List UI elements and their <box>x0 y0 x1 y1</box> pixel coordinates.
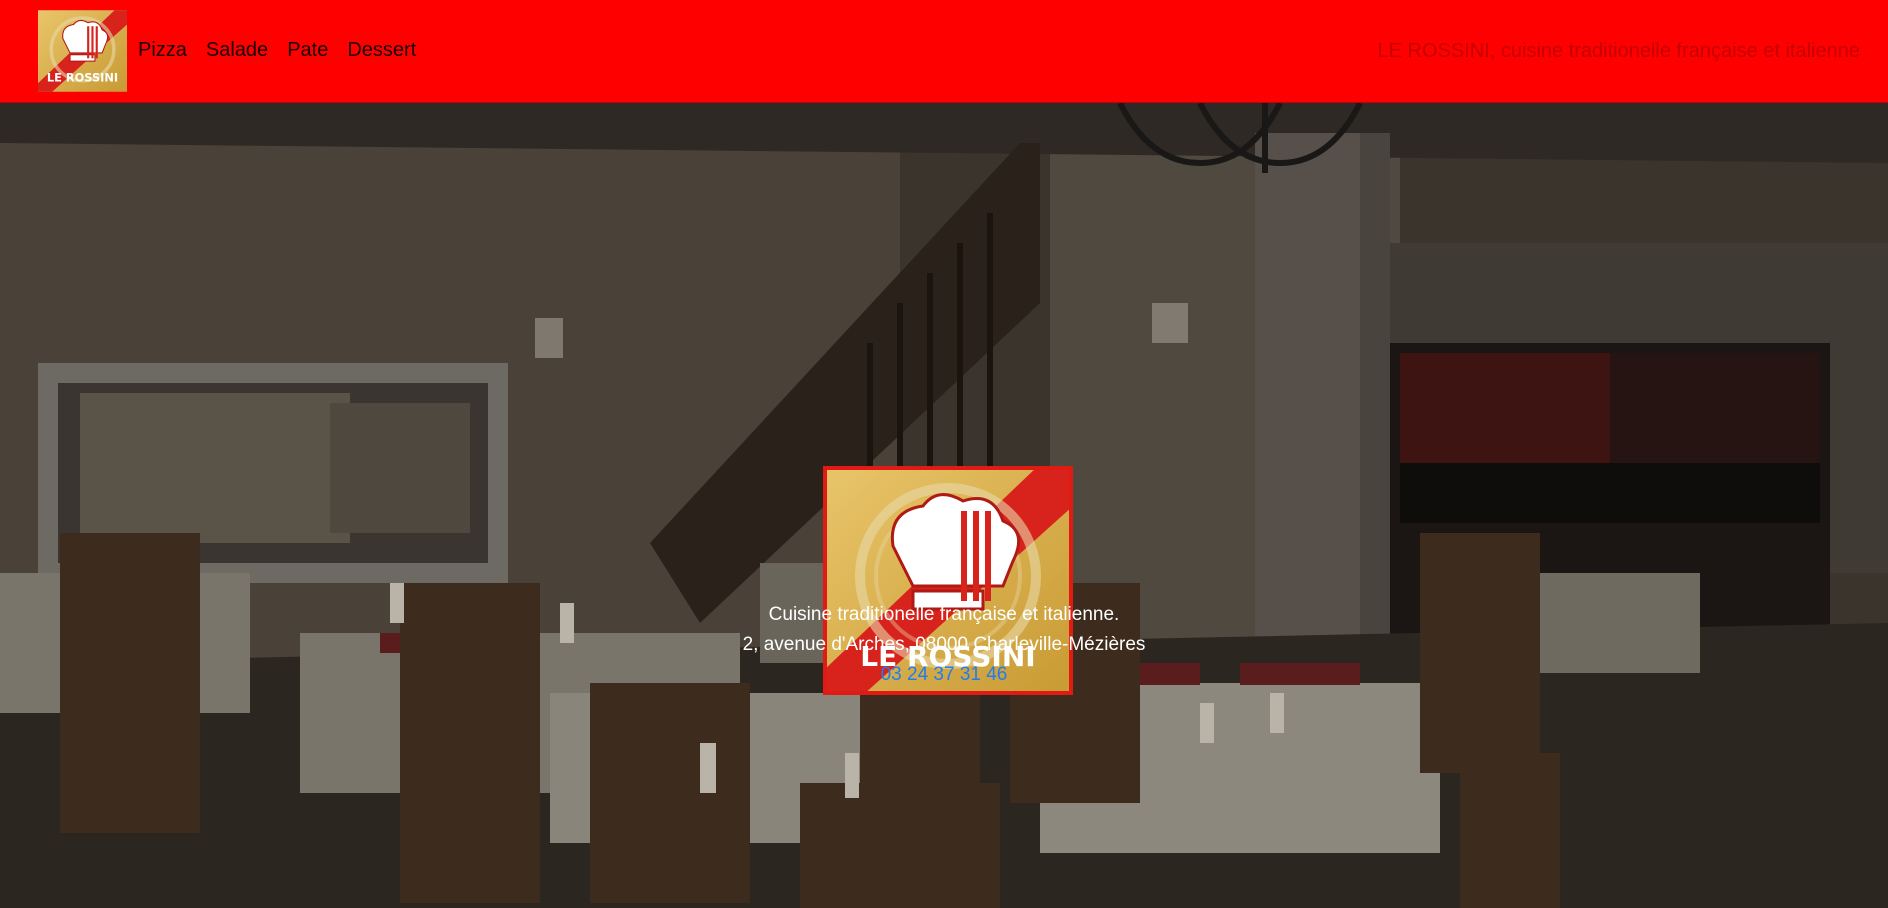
nav-link-dessert[interactable]: Dessert <box>347 38 416 62</box>
svg-text:LE ROSSINI: LE ROSSINI <box>47 70 118 84</box>
brand-logo-text: LE ROSSINI <box>47 70 118 84</box>
brand-logo[interactable]: LE ROSSINI <box>38 10 127 92</box>
nav-links: Pizza Salade Pate Dessert <box>138 38 435 62</box>
address: 2, avenue d'Arches, 08000 Charleville-Mé… <box>742 634 1146 655</box>
nav-link-salade[interactable]: Salade <box>206 38 268 62</box>
navbar: LE ROSSINI Pizza Salade Pate Dessert LE … <box>0 0 1888 103</box>
nav-link-pizza[interactable]: Pizza <box>138 38 187 62</box>
header-tagline: LE ROSSINI, cuisine traditionelle frança… <box>1377 40 1860 62</box>
phone-link[interactable]: 03 24 37 31 46 <box>881 660 1008 690</box>
nav-link-pate[interactable]: Pate <box>287 38 328 62</box>
restaurant-info: Cuisine traditionelle française et itali… <box>0 600 1888 690</box>
hero-section: LE ROSSINI Cuisine traditionelle françai… <box>0 103 1888 908</box>
chef-hat-logo-icon: LE ROSSINI <box>38 10 127 92</box>
cuisine-description: Cuisine traditionelle française et itali… <box>768 604 1120 625</box>
